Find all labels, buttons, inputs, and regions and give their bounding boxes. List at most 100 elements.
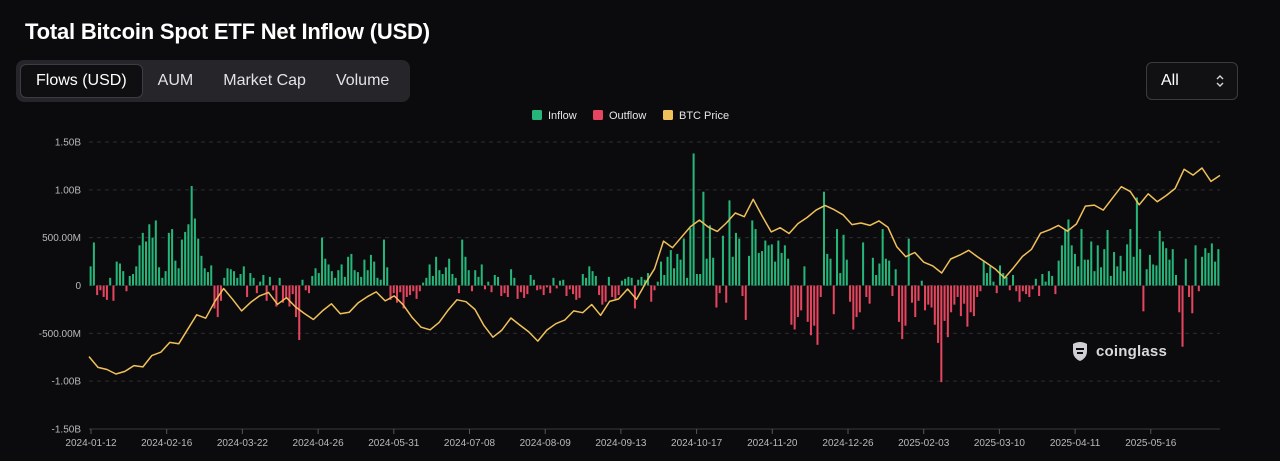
inflow-bar	[721, 235, 724, 286]
inflow-bar	[705, 258, 708, 286]
inflow-bar	[135, 266, 138, 286]
inflow-bar	[673, 268, 676, 286]
inflow-bar	[1093, 271, 1096, 286]
inflow-bar	[734, 232, 737, 286]
y-tick-label: 500.00M	[42, 233, 81, 244]
inflow-bar	[487, 281, 490, 286]
inflow-bar	[588, 266, 591, 286]
inflow-bar	[1148, 254, 1151, 286]
inflow-bar	[324, 258, 327, 286]
outflow-bar	[924, 285, 927, 311]
inflow-bar	[842, 234, 845, 286]
inflow-bar	[630, 277, 633, 286]
inflow-bar	[637, 279, 640, 286]
x-tick-label: 2024-04-26	[293, 438, 345, 449]
outflow-bar	[1018, 285, 1021, 302]
legend-swatch-1	[593, 110, 603, 120]
inflow-bar	[676, 253, 679, 286]
outflow-bar	[914, 285, 917, 318]
outflow-bar	[800, 285, 803, 311]
inflow-bar	[141, 232, 144, 286]
outflow-bar	[102, 285, 105, 297]
outflow-bar	[715, 285, 718, 308]
outflow-bar	[1008, 285, 1011, 291]
outflow-bar	[819, 285, 822, 297]
inflow-bar	[1129, 229, 1132, 286]
outflow-bar	[500, 285, 503, 297]
outflow-bar	[1031, 285, 1034, 290]
inflow-bar	[164, 271, 167, 286]
inflow-bar	[435, 256, 438, 286]
inflow-bar	[158, 267, 161, 286]
inflow-bar	[862, 242, 865, 286]
outflow-bar	[995, 285, 998, 294]
inflow-bar	[884, 258, 887, 286]
inflow-bar	[767, 245, 770, 286]
outflow-bar	[539, 285, 542, 290]
inflow-bar	[122, 271, 125, 286]
inflow-bar	[317, 273, 320, 286]
legend-label: Outflow	[609, 110, 646, 122]
outflow-bar	[523, 285, 526, 298]
inflow-bar	[594, 275, 597, 286]
inflow-bar	[585, 277, 588, 286]
outflow-bar	[604, 285, 607, 302]
outflow-bar	[457, 285, 460, 294]
inflow-bar	[343, 276, 346, 286]
inflow-bar	[92, 242, 95, 286]
inflow-bar	[1174, 274, 1178, 286]
outflow-bar	[937, 285, 940, 343]
outflow-bar	[96, 285, 99, 296]
inflow-bar	[686, 277, 689, 286]
inflow-bar	[669, 250, 672, 286]
outflow-bar	[216, 285, 219, 318]
outflow-bar	[1181, 285, 1184, 347]
outflow-bar	[291, 285, 294, 295]
inflow-bar	[1184, 258, 1187, 286]
inflow-bar	[356, 272, 359, 286]
outflow-bar	[399, 285, 402, 293]
inflow-bar	[770, 244, 773, 286]
inflow-bar	[233, 271, 236, 286]
inflow-bar	[382, 239, 385, 286]
inflow-bar	[754, 229, 757, 286]
chart-legend: Inflow Outflow BTC Price	[532, 110, 729, 122]
inflow-bar	[1070, 245, 1073, 286]
x-tick-label: 2024-02-16	[141, 438, 193, 449]
outflow-bar	[392, 285, 395, 294]
outflow-bar	[1191, 285, 1194, 314]
legend-label: Inflow	[548, 110, 577, 122]
inflow-bar	[1109, 275, 1112, 286]
inflow-bar	[1103, 249, 1106, 286]
outflow-bar	[112, 285, 115, 301]
inflow-bar	[174, 260, 177, 286]
outflow-bar	[125, 285, 128, 292]
outflow-bar	[255, 285, 258, 294]
inflow-bar	[467, 270, 470, 286]
inflow-bar	[728, 200, 731, 286]
outflow-bar	[412, 285, 415, 292]
inflow-bar	[360, 276, 363, 286]
watermark-text: coinglass	[1096, 342, 1167, 360]
x-tick-label: 2025-03-10	[974, 438, 1026, 449]
outflow-bar	[790, 285, 793, 325]
outflow-bar	[901, 285, 904, 340]
inflow-bar	[591, 271, 594, 286]
x-tick-label: 2024-05-31	[368, 438, 420, 449]
inflow-bar	[353, 270, 356, 286]
inflow-bar	[1047, 271, 1050, 286]
outflow-bar	[653, 285, 656, 291]
outflow-bar	[409, 285, 412, 296]
inflow-bar	[1100, 267, 1103, 286]
inflow-bar	[839, 273, 842, 286]
inflow-bar	[712, 257, 715, 286]
inflow-bar	[200, 255, 203, 286]
outflow-bar	[516, 285, 519, 299]
x-tick-label: 2025-02-03	[898, 438, 950, 449]
outflow-bar	[568, 285, 571, 290]
inflow-bar	[148, 224, 151, 286]
inflow-bar	[1106, 230, 1109, 286]
inflow-bar	[151, 237, 154, 286]
outflow-bar	[601, 285, 604, 305]
outflow-bar	[910, 285, 913, 303]
